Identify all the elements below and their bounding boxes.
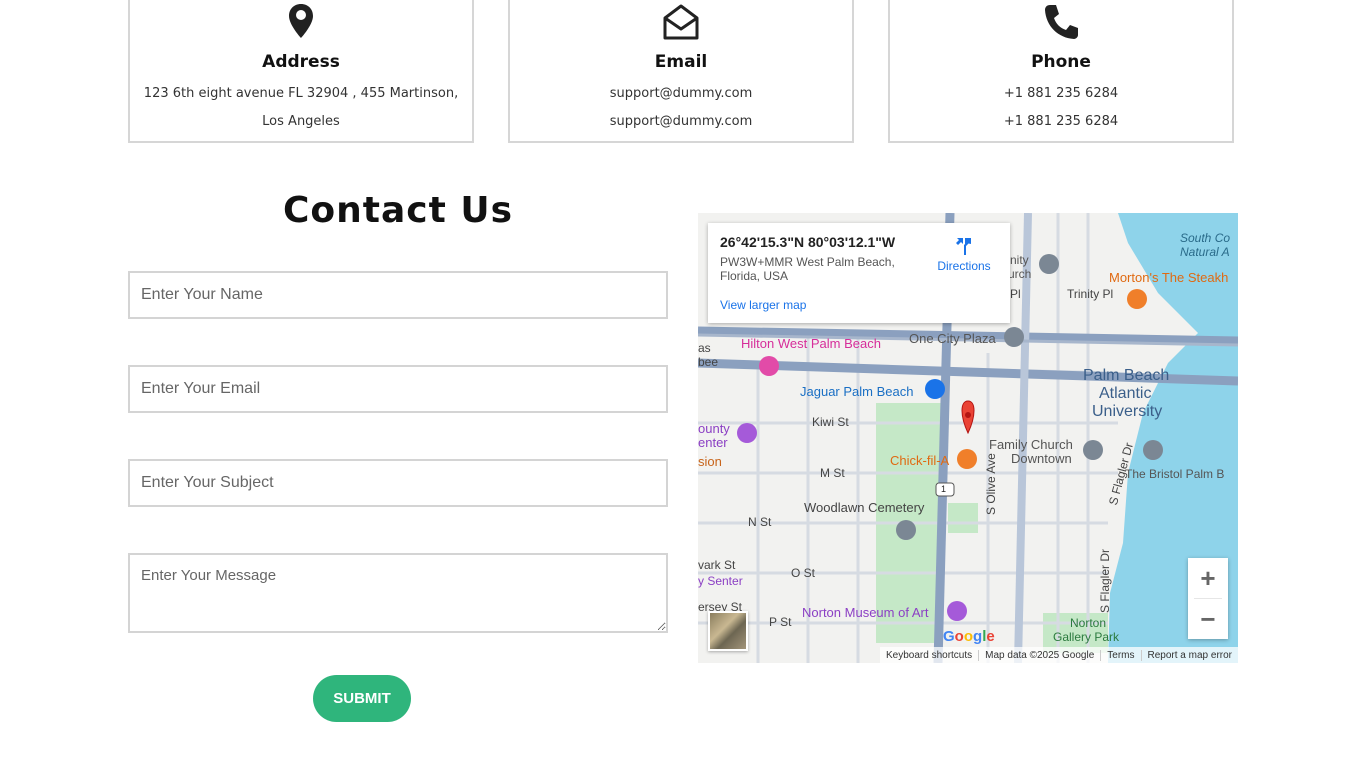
map-coordinates: 26°42'15.3"N 80°03'12.1"W <box>720 234 896 250</box>
phone-card: Phone +1 881 235 6284 +1 881 235 6284 <box>888 0 1234 143</box>
map-label-south-co-1: South Co <box>1180 231 1231 245</box>
directions-icon <box>956 238 971 255</box>
map-label-family-church-2[interactable]: Downtown <box>1011 451 1072 466</box>
email-title: Email <box>654 52 708 72</box>
route-shield: 1 <box>941 484 947 494</box>
map-label-pba-3[interactable]: University <box>1092 403 1162 421</box>
map-label-o-st: O St <box>791 566 816 580</box>
map-label-woodlawn[interactable]: Woodlawn Cemetery <box>804 500 924 515</box>
map-label-p-st: P St <box>769 615 792 629</box>
google-logo: Google <box>943 628 995 645</box>
map-label-as: as <box>698 341 711 355</box>
email-input[interactable] <box>128 365 668 413</box>
map-address: PW3W+MMR West Palm Beach, Florida, USA <box>720 255 895 283</box>
map-data-text: Map data ©2025 Google <box>979 649 1102 661</box>
email-card: Email support@dummy.com support@dummy.com <box>508 0 854 143</box>
map-label-bee: bee <box>698 355 719 369</box>
map-label-senter: y Senter <box>698 574 743 588</box>
map-label-family-church-1[interactable]: Family Church <box>989 437 1073 452</box>
map-label-norton-museum[interactable]: Norton Museum of Art <box>802 605 928 620</box>
google-map[interactable]: Hilton West Palm Beach One City Plaza Ja… <box>698 213 1238 663</box>
map-label-urch: urch <box>1008 267 1032 281</box>
keyboard-shortcuts-link[interactable]: Keyboard shortcuts <box>880 649 980 661</box>
satellite-toggle[interactable] <box>708 611 748 651</box>
map-label-county-3[interactable]: sion <box>698 454 722 469</box>
submit-button[interactable]: SUBMIT <box>313 675 411 722</box>
email-line-1[interactable]: support@dummy.com <box>610 86 752 101</box>
directions-button[interactable]: Directions <box>934 235 994 273</box>
envelope-open-icon <box>663 4 699 40</box>
map-label-mortons[interactable]: Morton's The Steakh <box>1109 270 1228 285</box>
report-error-link[interactable]: Report a map error <box>1142 650 1238 661</box>
map-label-pl: Pl <box>1010 287 1021 301</box>
phone-line-2[interactable]: +1 881 235 6284 <box>1004 114 1118 129</box>
address-line-1: 123 6th eight avenue FL 32904 , 455 Mart… <box>143 86 459 101</box>
map-label-trinity-pl: Trinity Pl <box>1067 287 1114 301</box>
map-label-nity: nity <box>1010 253 1029 267</box>
phone-title: Phone <box>1031 52 1091 72</box>
zoom-out-button[interactable]: − <box>1188 599 1228 639</box>
zoom-controls: + − <box>1188 558 1228 639</box>
phone-line-1[interactable]: +1 881 235 6284 <box>1004 86 1118 101</box>
address-card: Address 123 6th eight avenue FL 32904 , … <box>128 0 474 143</box>
map-label-wark-st: vark St <box>698 558 736 572</box>
phone-icon <box>1045 5 1078 39</box>
map-label-pba-2[interactable]: Atlantic <box>1099 385 1151 403</box>
name-input[interactable] <box>128 271 668 319</box>
terms-link[interactable]: Terms <box>1101 649 1142 661</box>
map-label-olive-ave: S Olive Ave <box>984 453 998 515</box>
map-footer: Keyboard shortcuts Map data ©2025 Google… <box>879 647 1238 663</box>
map-label-hilton[interactable]: Hilton West Palm Beach <box>741 336 881 351</box>
map-label-county-1[interactable]: ounty <box>698 421 730 436</box>
map-label-flagler-2: S Flagler Dr <box>1098 548 1112 613</box>
map-label-jaguar[interactable]: Jaguar Palm Beach <box>800 384 913 399</box>
address-title: Address <box>262 52 340 72</box>
subject-input[interactable] <box>128 459 668 507</box>
map-label-county-2[interactable]: enter <box>698 435 728 450</box>
zoom-in-button[interactable]: + <box>1188 558 1228 598</box>
map-label-m-st: M St <box>820 466 845 480</box>
map-label-bristol[interactable]: The Bristol Palm B <box>1125 467 1224 481</box>
map-pin-icon <box>289 4 313 38</box>
map-label-pba-1[interactable]: Palm Beach <box>1083 367 1169 385</box>
map-label-norton-park-1[interactable]: Norton <box>1070 616 1106 630</box>
message-textarea[interactable] <box>128 553 668 633</box>
map-info-box: 26°42'15.3"N 80°03'12.1"W PW3W+MMR West … <box>708 223 1010 323</box>
email-line-2[interactable]: support@dummy.com <box>610 114 752 129</box>
address-line-2: Los Angeles <box>262 114 340 129</box>
map-label-norton-park-2[interactable]: Gallery Park <box>1053 630 1119 644</box>
directions-label[interactable]: Directions <box>937 259 990 273</box>
map-label-n-st: N St <box>748 515 772 529</box>
map-label-chick-fil-a[interactable]: Chick-fil-A <box>890 453 949 468</box>
map-label-kiwi-st: Kiwi St <box>812 415 849 429</box>
view-larger-map-link[interactable]: View larger map <box>720 298 806 312</box>
contact-title: Contact Us <box>282 190 514 231</box>
map-label-south-co-2: Natural A <box>1180 245 1230 259</box>
map-label-one-city-plaza[interactable]: One City Plaza <box>909 331 996 346</box>
